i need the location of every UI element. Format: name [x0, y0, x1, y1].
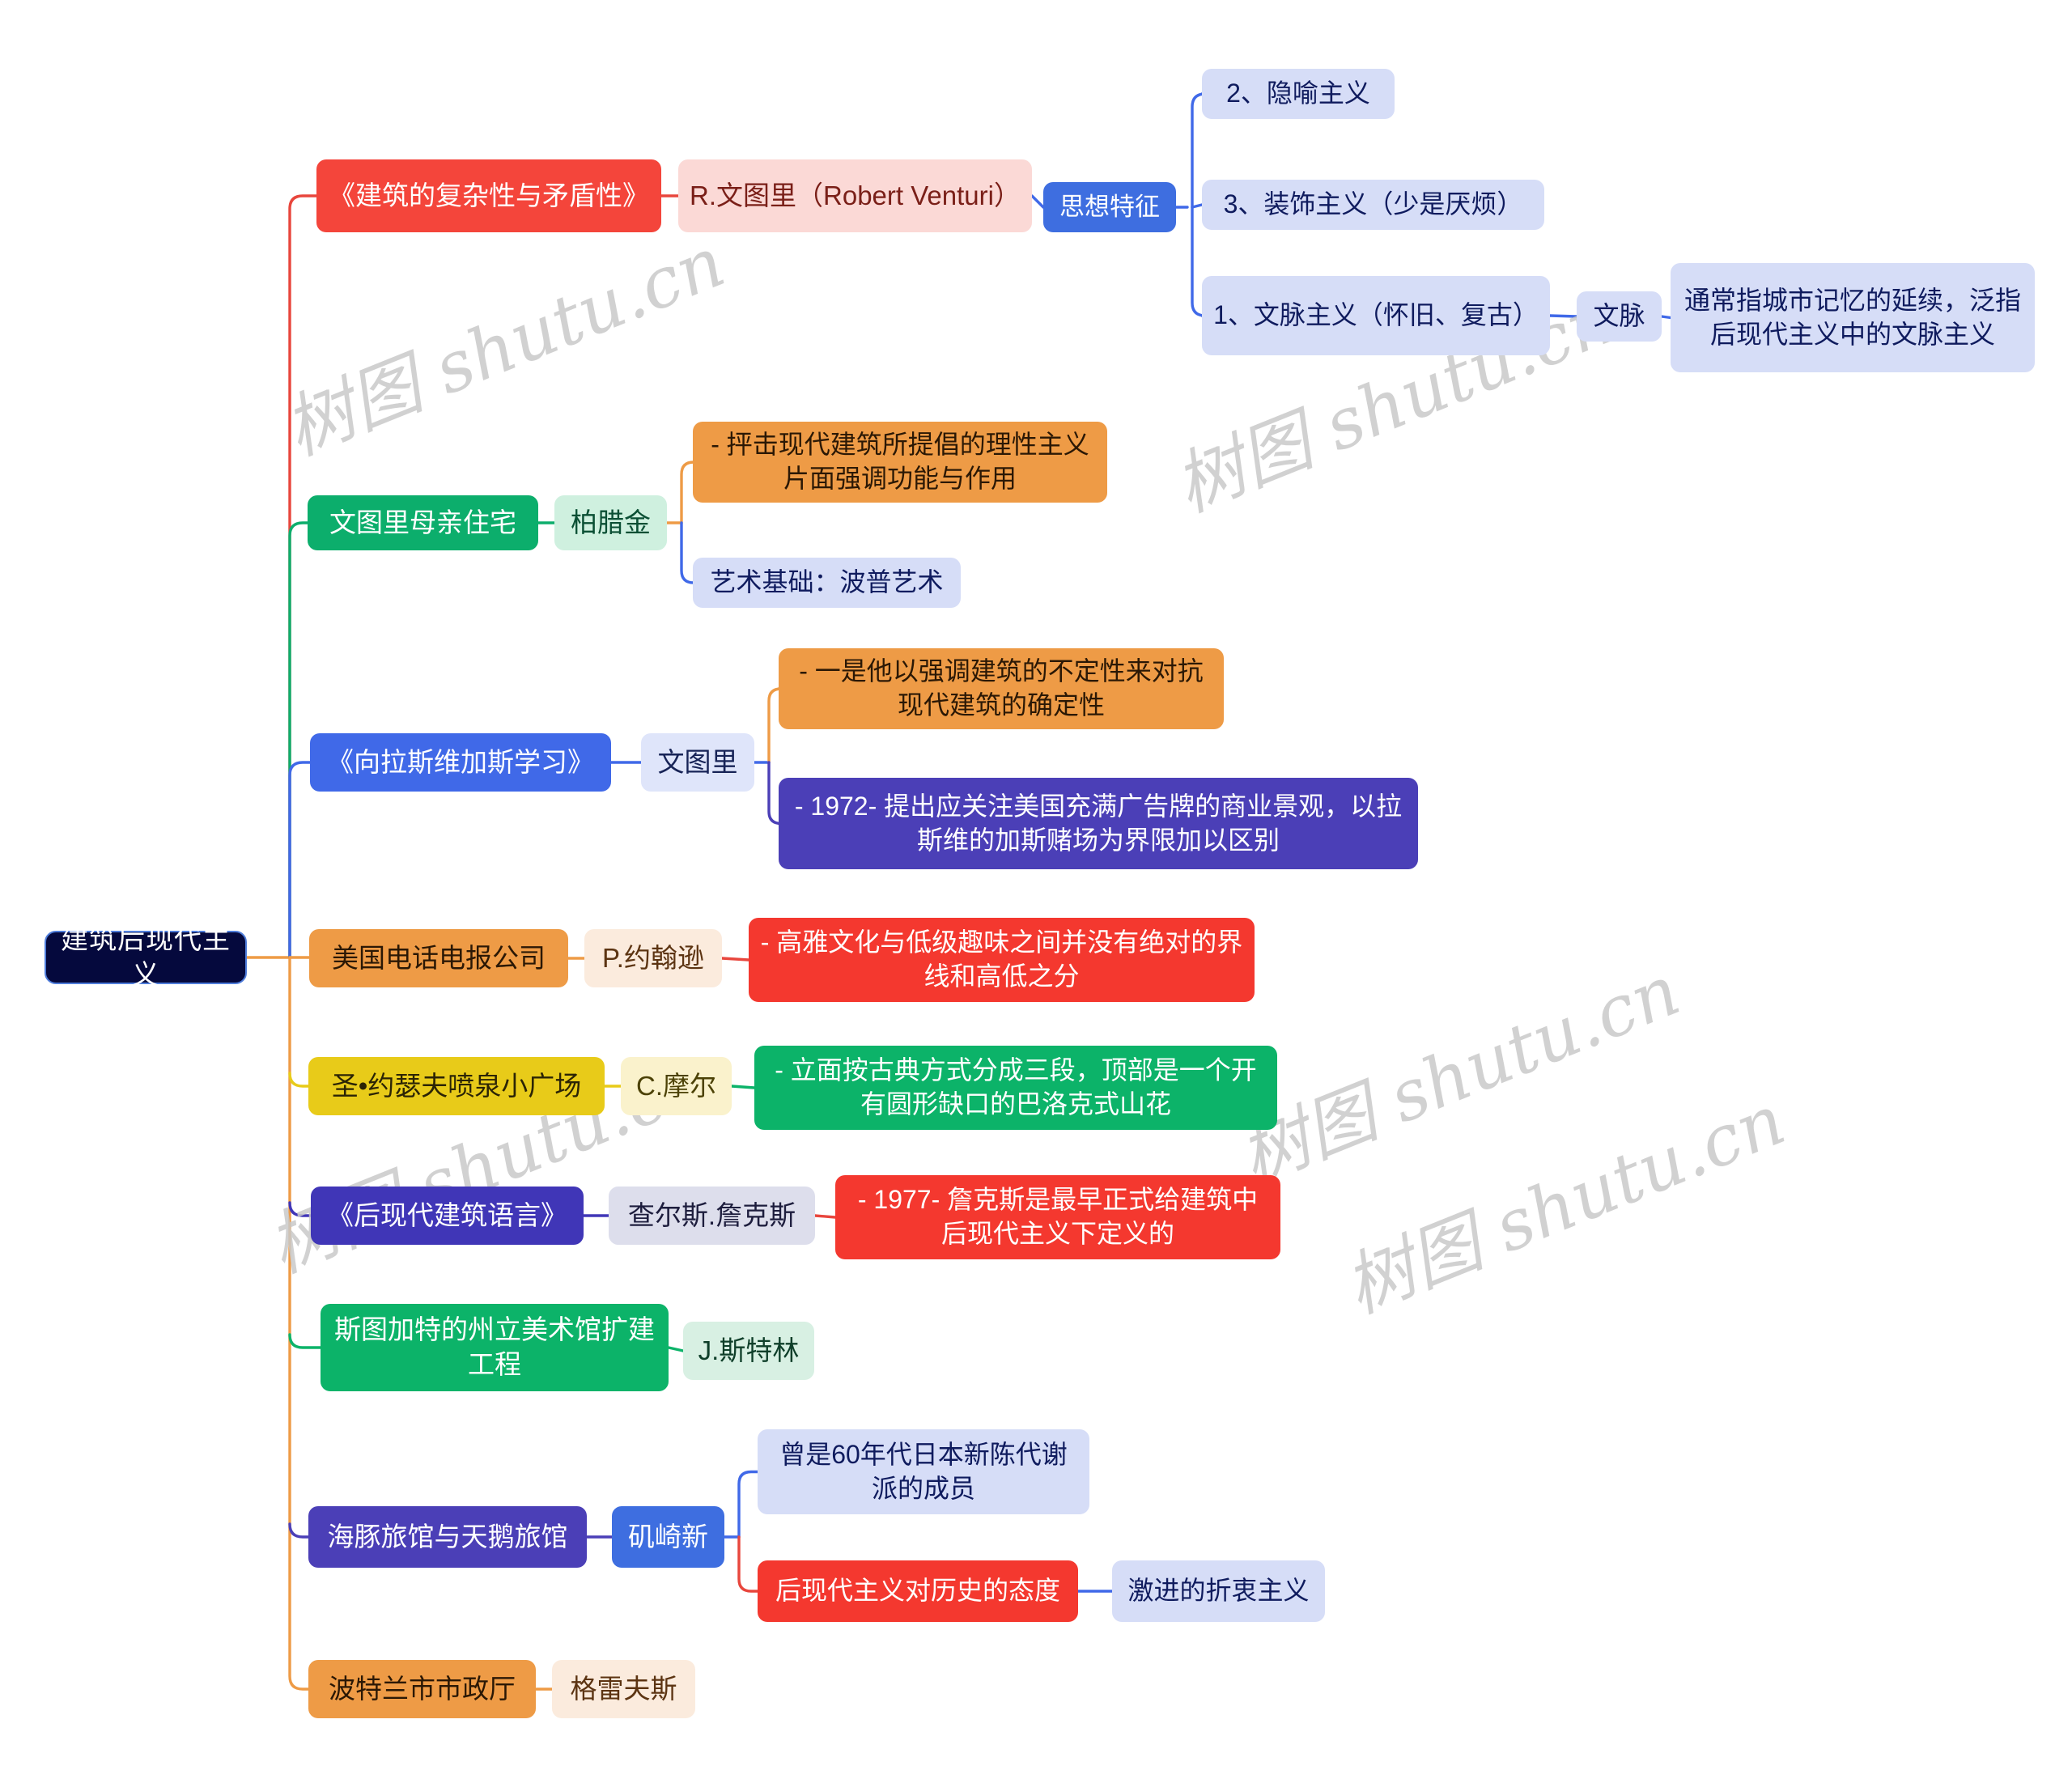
- mindmap-node-n4a[interactable]: P.约翰逊: [584, 929, 722, 987]
- watermark: 树图 shutu.cn: [273, 222, 736, 472]
- mindmap-node-n8a2a[interactable]: 激进的折衷主义: [1112, 1560, 1325, 1622]
- mindmap-node-n9[interactable]: 波特兰市市政厅: [308, 1660, 536, 1718]
- mindmap-node-n5[interactable]: 圣•约瑟夫喷泉小广场: [308, 1057, 605, 1115]
- mindmap-node-n2[interactable]: 文图里母亲住宅: [308, 495, 538, 550]
- mindmap-node-n7[interactable]: 斯图加特的州立美术馆扩建工程: [321, 1304, 669, 1391]
- mindmap-node-n3a2[interactable]: - 1972- 提出应关注美国充满广告牌的商业景观，以拉斯维的加斯赌场为界限加以…: [779, 778, 1418, 869]
- root-node[interactable]: 建筑后现代主义: [45, 924, 247, 991]
- mindmap-node-n6a[interactable]: 查尔斯.詹克斯: [609, 1187, 815, 1245]
- mindmap-node-n5a[interactable]: C.摩尔: [621, 1057, 732, 1115]
- mindmap-node-n1[interactable]: 《建筑的复杂性与矛盾性》: [316, 159, 661, 232]
- mindmap-node-n2a2[interactable]: 艺术基础：波普艺术: [693, 558, 961, 608]
- mindmap-node-n1b2[interactable]: 3、装饰主义（少是厌烦）: [1202, 180, 1544, 230]
- mindmap-node-n1b1[interactable]: 2、隐喻主义: [1202, 69, 1395, 119]
- mindmap-node-n6a1[interactable]: - 1977- 詹克斯是最早正式给建筑中后现代主义下定义的: [835, 1175, 1280, 1259]
- mindmap-node-n2a[interactable]: 柏腊金: [554, 495, 667, 550]
- mindmap-node-n1b[interactable]: 思想特征: [1043, 182, 1176, 232]
- mindmap-node-n1b3a[interactable]: 文脉: [1577, 291, 1662, 342]
- mindmap-node-n6[interactable]: 《后现代建筑语言》: [311, 1187, 584, 1245]
- mindmap-node-n9a[interactable]: 格雷夫斯: [552, 1660, 695, 1718]
- mindmap-node-n3a[interactable]: 文图里: [641, 733, 754, 792]
- mindmap-node-n8a2[interactable]: 后现代主义对历史的态度: [758, 1560, 1078, 1622]
- mindmap-node-n1b3b[interactable]: 通常指城市记忆的延续，泛指后现代主义中的文脉主义: [1671, 263, 2035, 372]
- mindmap-node-n1a[interactable]: R.文图里（Robert Venturi）: [678, 159, 1032, 232]
- mindmap-node-n3[interactable]: 《向拉斯维加斯学习》: [310, 733, 611, 792]
- mindmap-canvas: 树图 shutu.cn 树图 shutu.cn 树图 shutu.cn 树图 shut…: [0, 0, 2072, 1783]
- mindmap-node-n2a1[interactable]: - 抨击现代建筑所提倡的理性主义片面强调功能与作用: [693, 422, 1107, 503]
- mindmap-node-n1b3[interactable]: 1、文脉主义（怀旧、复古）: [1202, 276, 1550, 355]
- mindmap-node-n4[interactable]: 美国电话电报公司: [309, 929, 568, 987]
- mindmap-node-n8a[interactable]: 矶崎新: [612, 1506, 724, 1568]
- mindmap-node-n7a[interactable]: J.斯特林: [683, 1322, 814, 1380]
- mindmap-node-n4a1[interactable]: - 高雅文化与低级趣味之间并没有绝对的界线和高低之分: [749, 918, 1255, 1002]
- mindmap-node-n3a1[interactable]: - 一是他以强调建筑的不定性来对抗现代建筑的确定性: [779, 648, 1224, 729]
- mindmap-node-n8a1[interactable]: 曾是60年代日本新陈代谢派的成员: [758, 1429, 1089, 1514]
- mindmap-node-n5a1[interactable]: - 立面按古典方式分成三段，顶部是一个开有圆形缺口的巴洛克式山花: [754, 1046, 1277, 1130]
- mindmap-node-n8[interactable]: 海豚旅馆与天鹅旅馆: [308, 1506, 587, 1568]
